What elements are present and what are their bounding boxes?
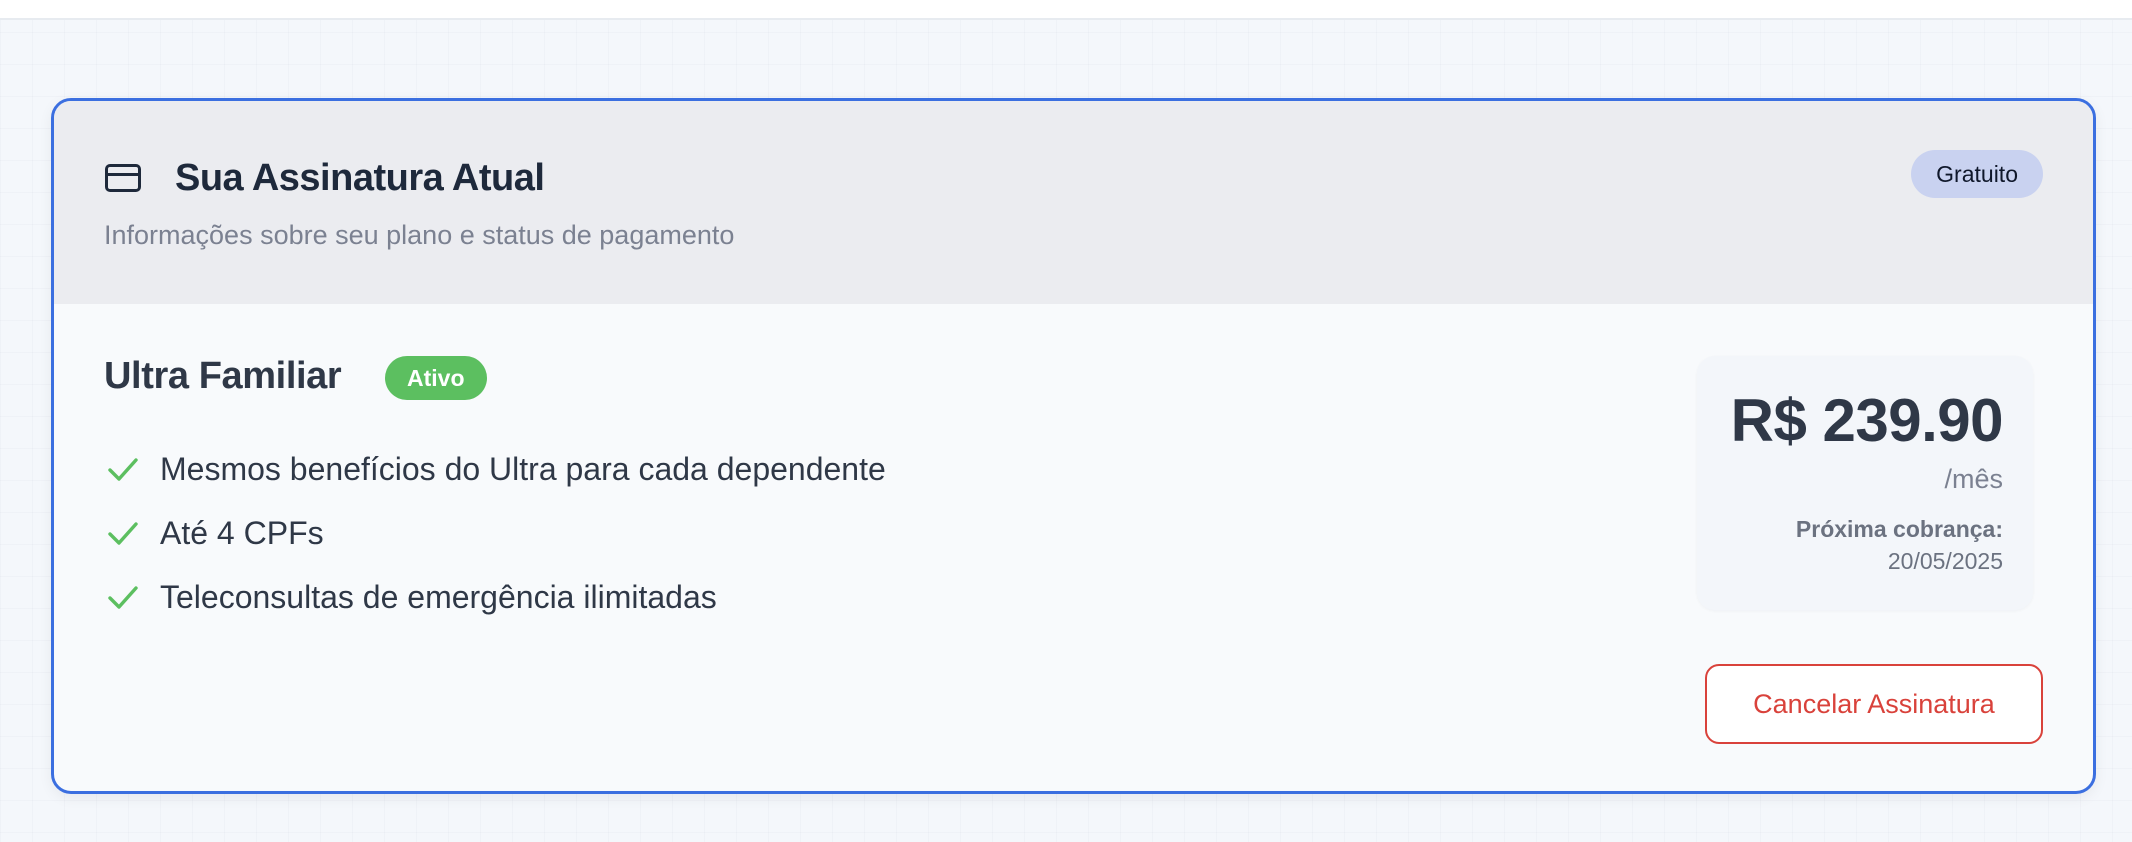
feature-text: Mesmos benefícios do Ultra para cada dep… [160,451,886,487]
feature-item: Teleconsultas de emergência ilimitadas [104,565,886,629]
feature-item: Até 4 CPFs [104,501,886,565]
feature-item: Mesmos benefícios do Ultra para cada dep… [104,437,886,501]
price-amount: R$ 239.90 [1730,387,2004,454]
cancel-subscription-button[interactable]: Cancelar Assinatura [1705,664,2043,744]
card-subtitle: Informações sobre seu plano e status de … [104,220,735,250]
feature-text: Teleconsultas de emergência ilimitadas [160,579,717,615]
status-badge: Ativo [385,356,487,400]
plan-name: Ultra Familiar [104,355,342,397]
feature-text: Até 4 CPFs [160,515,324,551]
subscription-card: Sua Assinatura Atual Informações sobre s… [51,98,2096,794]
price-summary: R$ 239.90 /mês Próxima cobrança: 20/05/2… [1697,356,2033,610]
card-header: Sua Assinatura Atual Informações sobre s… [54,101,2093,304]
check-icon [108,458,138,481]
plan-tier-badge: Gratuito [1911,150,2043,198]
feature-list: Mesmos benefícios do Ultra para cada dep… [104,437,886,629]
next-charge-label: Próxima cobrança: [1795,516,2003,542]
top-bar [0,0,2132,20]
check-icon [108,586,138,609]
next-charge-date: 20/05/2025 [1887,548,2003,574]
card-title: Sua Assinatura Atual [175,157,545,199]
credit-card-icon [105,164,141,192]
check-icon [108,522,138,545]
billing-period: /mês [1944,464,2003,494]
